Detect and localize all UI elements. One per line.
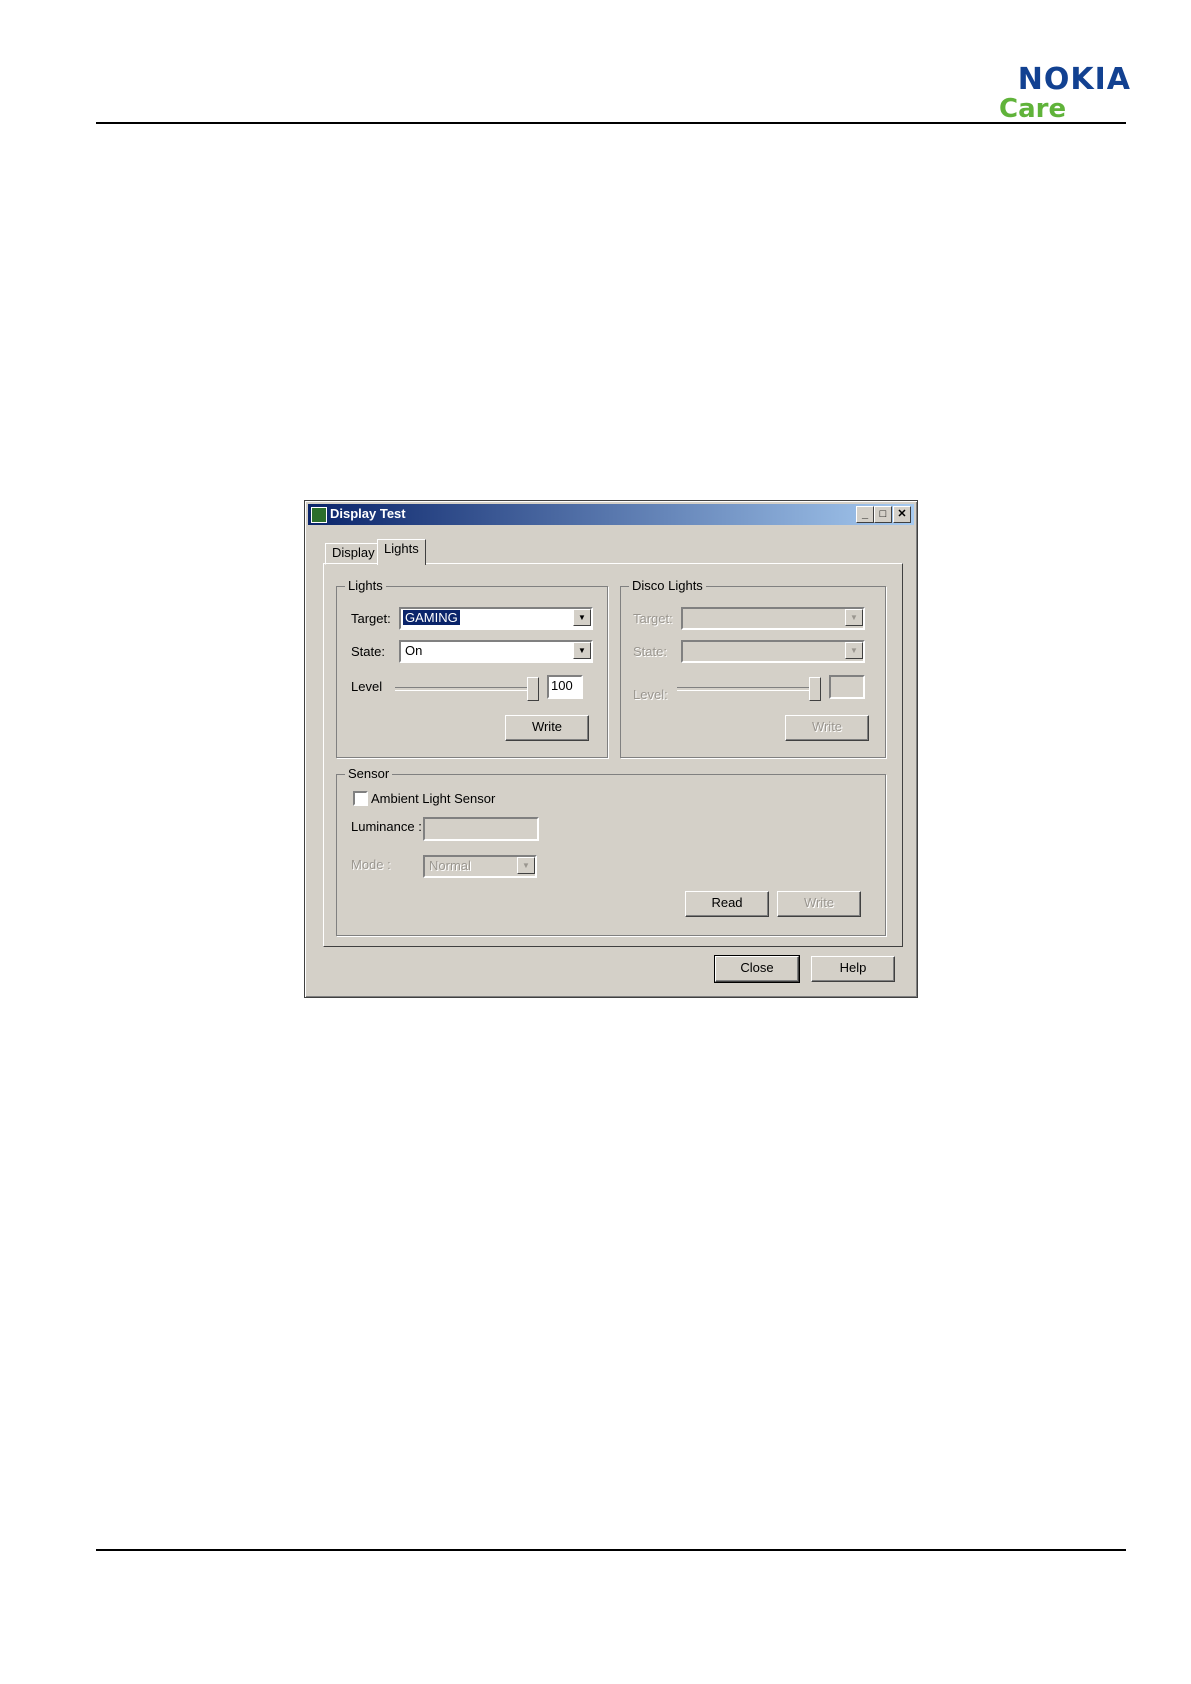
state-value: On — [405, 643, 423, 658]
disco-write-button: Write — [785, 715, 869, 741]
level-slider-track[interactable] — [395, 687, 535, 691]
app-icon — [311, 507, 327, 523]
luminance-field — [423, 817, 539, 841]
tab-display[interactable]: Display — [325, 543, 382, 565]
nokia-care-logo: NOKIA Care — [931, 62, 1131, 126]
mode-dropdown: Normal ▼ — [423, 855, 537, 878]
window-title: Display Test — [330, 506, 406, 521]
lights-write-button[interactable]: Write — [505, 715, 589, 741]
title-bar[interactable]: Display Test _ □ ✕ — [308, 504, 914, 525]
lights-group: Lights Target: GAMING ▼ State: On ▼ Leve… — [336, 578, 608, 758]
disco-target-label: Target: — [633, 611, 673, 626]
maximize-button[interactable]: □ — [874, 506, 892, 523]
state-dropdown[interactable]: On ▼ — [399, 640, 593, 663]
brand-tagline: Care — [999, 94, 1067, 124]
state-label: State: — [351, 644, 385, 659]
help-button[interactable]: Help — [811, 956, 895, 982]
disco-level-input — [829, 675, 865, 699]
minimize-button[interactable]: _ — [856, 506, 874, 523]
disco-state-label: State: — [633, 644, 667, 659]
target-value: GAMING — [403, 610, 460, 625]
chevron-down-icon[interactable]: ▼ — [573, 609, 591, 626]
ambient-light-label[interactable]: Ambient Light Sensor — [371, 791, 495, 806]
target-label: Target: — [351, 611, 391, 626]
sensor-group: Sensor Ambient Light Sensor Luminance : … — [336, 766, 886, 936]
disco-target-dropdown: ▼ — [681, 607, 865, 630]
sensor-write-button: Write — [777, 891, 861, 917]
sensor-group-label: Sensor — [345, 766, 393, 781]
luminance-label: Luminance : — [351, 819, 422, 834]
chevron-down-icon: ▼ — [517, 857, 535, 874]
mode-value: Normal — [429, 858, 471, 873]
footer-rule — [96, 1549, 1126, 1551]
close-window-button[interactable]: ✕ — [893, 506, 911, 523]
lights-tab-panel: Lights Target: GAMING ▼ State: On ▼ Leve… — [323, 563, 903, 947]
brand-name: NOKIA — [1017, 62, 1131, 97]
disco-group-label: Disco Lights — [629, 578, 706, 593]
ambient-light-checkbox[interactable] — [353, 791, 368, 806]
level-label: Level — [351, 679, 383, 694]
mode-label: Mode : — [351, 857, 391, 872]
chevron-down-icon[interactable]: ▼ — [573, 642, 591, 659]
chevron-down-icon: ▼ — [845, 609, 863, 626]
target-dropdown[interactable]: GAMING ▼ — [399, 607, 593, 630]
level-input[interactable]: 100 — [547, 675, 583, 699]
lights-group-label: Lights — [345, 578, 386, 593]
disco-level-label: Level: — [633, 687, 668, 702]
level-slider-thumb[interactable] — [527, 677, 539, 701]
tab-lights[interactable]: Lights — [377, 539, 426, 565]
disco-lights-group: Disco Lights Target: ▼ State: ▼ Level: W… — [620, 578, 886, 758]
disco-level-slider-track — [677, 687, 817, 691]
chevron-down-icon: ▼ — [845, 642, 863, 659]
close-button[interactable]: Close — [714, 955, 800, 983]
sensor-read-button[interactable]: Read — [685, 891, 769, 917]
display-test-window: Display Test _ □ ✕ Display Lights Lights… — [304, 500, 918, 998]
disco-level-slider-thumb — [809, 677, 821, 701]
disco-state-dropdown: ▼ — [681, 640, 865, 663]
header-rule — [96, 122, 1126, 124]
